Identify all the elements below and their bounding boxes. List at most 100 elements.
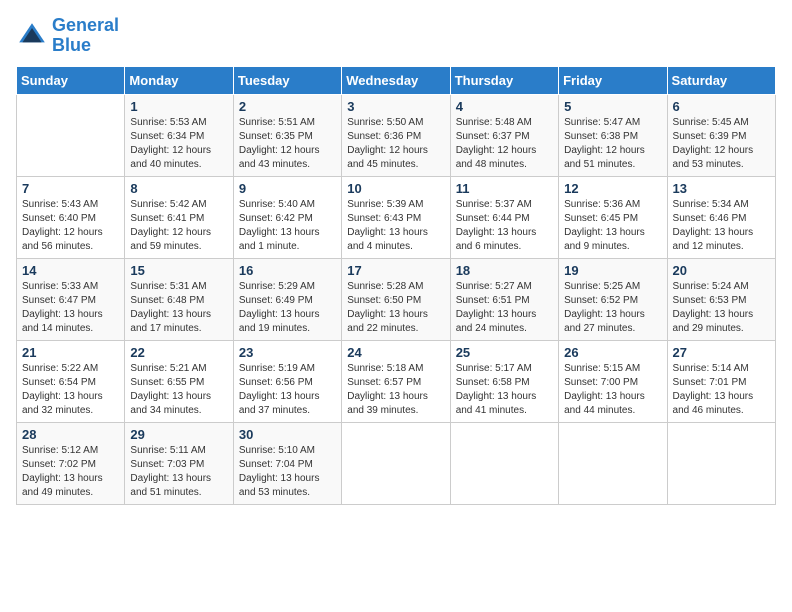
- calendar-cell: 4 Sunrise: 5:48 AM Sunset: 6:37 PM Daylig…: [450, 94, 558, 176]
- header: General Blue: [16, 16, 776, 56]
- day-number: 22: [130, 345, 227, 360]
- day-detail: Sunrise: 5:19 AM Sunset: 6:56 PM Dayligh…: [239, 362, 336, 418]
- calendar-body: 1Sunrise: 5:53 AM Sunset: 6:34 PM Daylig…: [17, 94, 776, 504]
- day-detail: Sunrise: 5:17 AM Sunset: 6:58 PM Dayligh…: [456, 362, 553, 418]
- day-number: 4: [456, 99, 553, 114]
- day-header-friday: Friday: [559, 66, 667, 94]
- day-detail: Sunrise: 5:22 AM Sunset: 6:54 PM Dayligh…: [22, 362, 119, 418]
- day-number: 8: [130, 181, 227, 196]
- day-detail: Sunrise: 5:10 AM Sunset: 7:04 PM Dayligh…: [239, 444, 336, 500]
- day-number: 18: [456, 263, 553, 278]
- calendar-cell: 17 Sunrise: 5:28 AM Sunset: 6:50 PM Dayli…: [342, 258, 450, 340]
- week-row-2: 14 Sunrise: 5:33 AM Sunset: 6:47 PM Dayli…: [17, 258, 776, 340]
- logo-text: General Blue: [52, 16, 119, 56]
- day-number: 25: [456, 345, 553, 360]
- calendar-cell: 22 Sunrise: 5:21 AM Sunset: 6:55 PM Dayli…: [125, 340, 233, 422]
- day-detail: Sunrise: 5:18 AM Sunset: 6:57 PM Dayligh…: [347, 362, 444, 418]
- day-detail: Sunrise: 5:15 AM Sunset: 7:00 PM Dayligh…: [564, 362, 661, 418]
- day-number: 29: [130, 427, 227, 442]
- calendar-cell: 25 Sunrise: 5:17 AM Sunset: 6:58 PM Dayli…: [450, 340, 558, 422]
- week-row-4: 28 Sunrise: 5:12 AM Sunset: 7:02 PM Dayli…: [17, 422, 776, 504]
- day-detail: Sunrise: 5:47 AM Sunset: 6:38 PM Dayligh…: [564, 116, 661, 172]
- day-number: 27: [673, 345, 770, 360]
- day-header-wednesday: Wednesday: [342, 66, 450, 94]
- day-number: 23: [239, 345, 336, 360]
- day-detail: Sunrise: 5:12 AM Sunset: 7:02 PM Dayligh…: [22, 444, 119, 500]
- calendar-cell: 16 Sunrise: 5:29 AM Sunset: 6:49 PM Dayli…: [233, 258, 341, 340]
- day-header-saturday: Saturday: [667, 66, 775, 94]
- day-detail: Sunrise: 5:33 AM Sunset: 6:47 PM Dayligh…: [22, 280, 119, 336]
- logo-icon: [16, 20, 48, 52]
- day-number: 21: [22, 345, 119, 360]
- calendar-cell: 5Sunrise: 5:47 AM Sunset: 6:38 PM Daylig…: [559, 94, 667, 176]
- calendar-cell: 19 Sunrise: 5:25 AM Sunset: 6:52 PM Dayli…: [559, 258, 667, 340]
- day-number: 15: [130, 263, 227, 278]
- day-number: 14: [22, 263, 119, 278]
- calendar-cell: 29 Sunrise: 5:11 AM Sunset: 7:03 PM Dayli…: [125, 422, 233, 504]
- calendar-cell: 21 Sunrise: 5:22 AM Sunset: 6:54 PM Dayli…: [17, 340, 125, 422]
- calendar-cell: 8 Sunrise: 5:42 AM Sunset: 6:41 PM Daylig…: [125, 176, 233, 258]
- day-detail: Sunrise: 5:50 AM Sunset: 6:36 PM Dayligh…: [347, 116, 444, 172]
- calendar-cell: [450, 422, 558, 504]
- calendar-cell: 2Sunrise: 5:51 AM Sunset: 6:35 PM Daylig…: [233, 94, 341, 176]
- day-number: 19: [564, 263, 661, 278]
- day-number: 30: [239, 427, 336, 442]
- day-detail: Sunrise: 5:28 AM Sunset: 6:50 PM Dayligh…: [347, 280, 444, 336]
- day-detail: Sunrise: 5:21 AM Sunset: 6:55 PM Dayligh…: [130, 362, 227, 418]
- calendar-cell: 10Sunrise: 5:39 AM Sunset: 6:43 PM Dayli…: [342, 176, 450, 258]
- calendar-cell: 27 Sunrise: 5:14 AM Sunset: 7:01 PM Dayli…: [667, 340, 775, 422]
- day-number: 1: [130, 99, 227, 114]
- day-header-sunday: Sunday: [17, 66, 125, 94]
- day-detail: Sunrise: 5:14 AM Sunset: 7:01 PM Dayligh…: [673, 362, 770, 418]
- day-detail: Sunrise: 5:43 AM Sunset: 6:40 PM Dayligh…: [22, 198, 119, 254]
- day-header-monday: Monday: [125, 66, 233, 94]
- day-number: 20: [673, 263, 770, 278]
- calendar-cell: 14 Sunrise: 5:33 AM Sunset: 6:47 PM Dayli…: [17, 258, 125, 340]
- calendar-cell: 12 Sunrise: 5:36 AM Sunset: 6:45 PM Dayli…: [559, 176, 667, 258]
- day-number: 6: [673, 99, 770, 114]
- calendar-cell: 3 Sunrise: 5:50 AM Sunset: 6:36 PM Daylig…: [342, 94, 450, 176]
- day-detail: Sunrise: 5:27 AM Sunset: 6:51 PM Dayligh…: [456, 280, 553, 336]
- day-number: 3: [347, 99, 444, 114]
- day-number: 11: [456, 181, 553, 196]
- day-number: 17: [347, 263, 444, 278]
- day-detail: Sunrise: 5:42 AM Sunset: 6:41 PM Dayligh…: [130, 198, 227, 254]
- day-detail: Sunrise: 5:48 AM Sunset: 6:37 PM Dayligh…: [456, 116, 553, 172]
- calendar-cell: 23 Sunrise: 5:19 AM Sunset: 6:56 PM Dayli…: [233, 340, 341, 422]
- logo: General Blue: [16, 16, 119, 56]
- day-number: 24: [347, 345, 444, 360]
- calendar-cell: 13Sunrise: 5:34 AM Sunset: 6:46 PM Dayli…: [667, 176, 775, 258]
- day-number: 10: [347, 181, 444, 196]
- day-detail: Sunrise: 5:29 AM Sunset: 6:49 PM Dayligh…: [239, 280, 336, 336]
- day-detail: Sunrise: 5:11 AM Sunset: 7:03 PM Dayligh…: [130, 444, 227, 500]
- calendar-cell: 7 Sunrise: 5:43 AM Sunset: 6:40 PM Daylig…: [17, 176, 125, 258]
- week-row-0: 1Sunrise: 5:53 AM Sunset: 6:34 PM Daylig…: [17, 94, 776, 176]
- calendar-cell: [342, 422, 450, 504]
- day-number: 16: [239, 263, 336, 278]
- calendar-cell: 15 Sunrise: 5:31 AM Sunset: 6:48 PM Dayli…: [125, 258, 233, 340]
- day-number: 12: [564, 181, 661, 196]
- day-detail: Sunrise: 5:45 AM Sunset: 6:39 PM Dayligh…: [673, 116, 770, 172]
- day-number: 26: [564, 345, 661, 360]
- calendar-cell: 9Sunrise: 5:40 AM Sunset: 6:42 PM Daylig…: [233, 176, 341, 258]
- day-number: 7: [22, 181, 119, 196]
- day-header-tuesday: Tuesday: [233, 66, 341, 94]
- day-number: 9: [239, 181, 336, 196]
- calendar-table: SundayMondayTuesdayWednesdayThursdayFrid…: [16, 66, 776, 505]
- week-row-3: 21 Sunrise: 5:22 AM Sunset: 6:54 PM Dayli…: [17, 340, 776, 422]
- day-detail: Sunrise: 5:36 AM Sunset: 6:45 PM Dayligh…: [564, 198, 661, 254]
- calendar-cell: 28 Sunrise: 5:12 AM Sunset: 7:02 PM Dayli…: [17, 422, 125, 504]
- day-detail: Sunrise: 5:34 AM Sunset: 6:46 PM Dayligh…: [673, 198, 770, 254]
- day-detail: Sunrise: 5:24 AM Sunset: 6:53 PM Dayligh…: [673, 280, 770, 336]
- day-header-thursday: Thursday: [450, 66, 558, 94]
- calendar-cell: 20 Sunrise: 5:24 AM Sunset: 6:53 PM Dayli…: [667, 258, 775, 340]
- calendar-cell: 30 Sunrise: 5:10 AM Sunset: 7:04 PM Dayli…: [233, 422, 341, 504]
- day-detail: Sunrise: 5:31 AM Sunset: 6:48 PM Dayligh…: [130, 280, 227, 336]
- day-detail: Sunrise: 5:51 AM Sunset: 6:35 PM Dayligh…: [239, 116, 336, 172]
- calendar-cell: [17, 94, 125, 176]
- calendar-cell: 6 Sunrise: 5:45 AM Sunset: 6:39 PM Daylig…: [667, 94, 775, 176]
- calendar-cell: 11Sunrise: 5:37 AM Sunset: 6:44 PM Dayli…: [450, 176, 558, 258]
- day-detail: Sunrise: 5:25 AM Sunset: 6:52 PM Dayligh…: [564, 280, 661, 336]
- calendar-cell: 1Sunrise: 5:53 AM Sunset: 6:34 PM Daylig…: [125, 94, 233, 176]
- day-number: 28: [22, 427, 119, 442]
